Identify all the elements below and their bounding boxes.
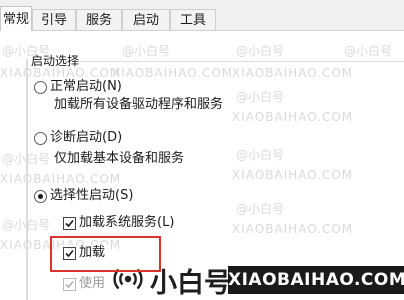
selective-startup-radio[interactable] [34,190,47,203]
highlight-annotation-box [50,236,161,272]
brand-url: XIAOBAIHAO.COM [228,266,404,294]
diagnostic-startup-description: 仅加载基本设备和服务 [54,151,185,166]
tab-strip: 常规 引导 服务 启动 工具 [0,0,404,31]
brand-name: 小白号 [150,268,231,299]
normal-startup-label[interactable]: 正常启动(N) [50,79,122,95]
tab-services[interactable]: 服务 [76,9,122,30]
tab-boot[interactable]: 引导 [32,9,76,30]
load-system-services-checkbox[interactable] [63,217,76,230]
normal-startup-radio[interactable] [34,81,47,94]
checkmark-icon [65,219,74,228]
tab-startup[interactable]: 启动 [122,9,170,30]
tab-general[interactable]: 常规 [0,6,32,31]
normal-startup-description: 加载所有设备驱动程序和服务 [54,97,224,112]
use-original-boot-checkbox[interactable] [63,278,76,291]
tab-tools[interactable]: 工具 [170,9,216,30]
use-original-boot-label[interactable]: 使用 [79,276,105,292]
diagnostic-startup-radio[interactable] [34,132,47,145]
group-title: 启动选择 [31,54,80,68]
selective-startup-label[interactable]: 选择性启动(S) [50,188,133,204]
checkmark-icon [65,280,74,289]
load-system-services-label[interactable]: 加载系统服务(L) [79,215,174,231]
diagnostic-startup-label[interactable]: 诊断启动(D) [50,130,122,146]
group-box-left-border [26,59,28,300]
group-box-top-border [76,61,404,62]
